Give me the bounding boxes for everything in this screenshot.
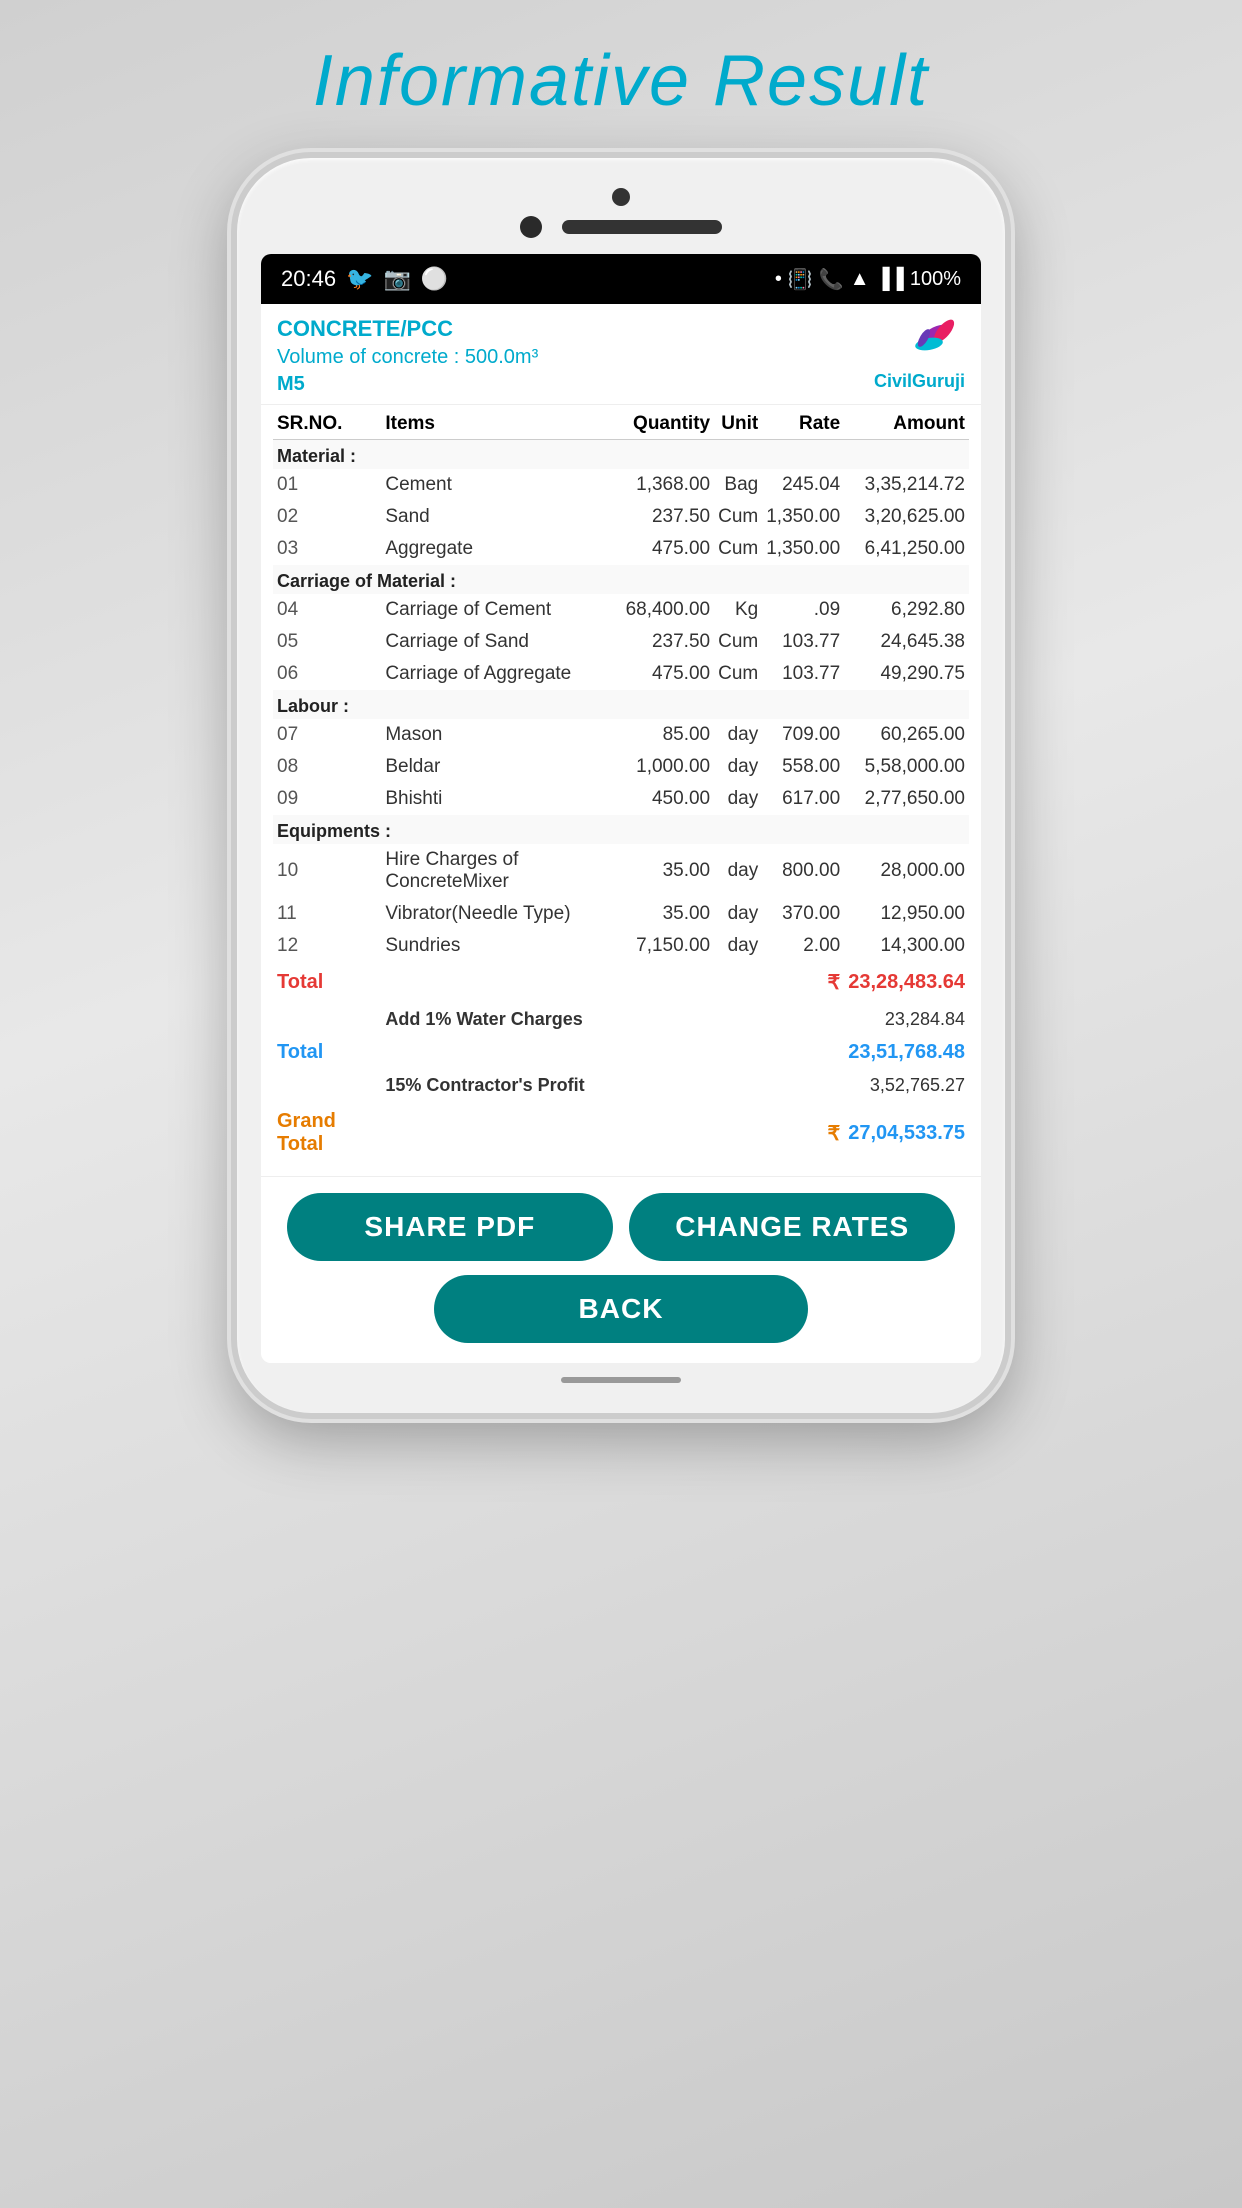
data-table: SR.NO. Items Quantity Unit Rate Amount M… <box>273 405 969 1164</box>
battery-icon: 100% <box>910 268 961 291</box>
profit-empty <box>273 1069 381 1102</box>
dot-icon: • <box>775 268 782 291</box>
total-empty-1 <box>381 962 621 1003</box>
col-unit: Unit <box>714 405 762 440</box>
grand-empty-2 <box>622 1102 715 1164</box>
profit-label: 15% Contractor's Profit <box>381 1069 844 1102</box>
instagram-icon: 📷 <box>383 266 410 292</box>
table-row: 12Sundries7,150.00day2.0014,300.00 <box>273 930 969 962</box>
button-row-1: SHARE PDF CHANGE RATES <box>281 1193 961 1261</box>
sub-empty-1 <box>381 1036 621 1069</box>
circle-icon: ⚪ <box>421 266 448 292</box>
table-row: 03Aggregate475.00Cum1,350.006,41,250.00 <box>273 533 969 565</box>
change-rates-button[interactable]: CHANGE RATES <box>629 1193 955 1261</box>
section-header-row: Labour : <box>273 690 969 719</box>
phone-buttons: SHARE PDF CHANGE RATES BACK <box>261 1176 981 1363</box>
total-amount: 23,28,483.64 <box>844 962 969 1003</box>
speaker-bar <box>562 220 722 234</box>
button-row-2: BACK <box>281 1275 961 1343</box>
logo-svg <box>879 316 959 371</box>
col-items: Items <box>381 405 621 440</box>
col-srno: SR.NO. <box>273 405 381 440</box>
camera-dot <box>612 188 630 206</box>
status-right: • 📳 📞 ▲ ▐▐ 100% <box>775 267 961 292</box>
status-bar: 20:46 🐦 📷 ⚪ • 📳 📞 ▲ ▐▐ 100% <box>261 254 981 304</box>
grand-total-amount: 27,04,533.75 <box>844 1102 969 1164</box>
grand-empty-1 <box>381 1102 621 1164</box>
app-title: CONCRETE/PCC <box>277 316 538 342</box>
home-indicator <box>561 1377 681 1383</box>
subtotal-label: Total <box>273 1036 381 1069</box>
table-row: 01Cement1,368.00Bag245.043,35,214.72 <box>273 469 969 501</box>
app-subtitle: Volume of concrete : 500.0m³ <box>277 346 538 369</box>
grand-total-label: Grand Total <box>273 1102 381 1164</box>
table-row: 10Hire Charges of ConcreteMixer35.00day8… <box>273 844 969 898</box>
table-row: 04Carriage of Cement68,400.00Kg.096,292.… <box>273 594 969 626</box>
header-left: CONCRETE/PCC Volume of concrete : 500.0m… <box>277 316 538 396</box>
phone-screen: 20:46 🐦 📷 ⚪ • 📳 📞 ▲ ▐▐ 100% CONCRETE/PCC… <box>261 254 981 1363</box>
section-header-row: Equipments : <box>273 815 969 844</box>
logo-brand: CivilGuruji <box>874 371 965 391</box>
app-grade: M5 <box>277 373 538 396</box>
status-left: 20:46 🐦 📷 ⚪ <box>281 266 448 292</box>
col-quantity: Quantity <box>622 405 715 440</box>
total-empty-2 <box>622 962 715 1003</box>
water-charges-label: Add 1% Water Charges <box>381 1003 844 1036</box>
subtotal-row: Total 23,51,768.48 <box>273 1036 969 1069</box>
back-button[interactable]: BACK <box>434 1275 808 1343</box>
grand-empty-3 <box>714 1102 762 1164</box>
wifi-icon: ▲ <box>850 268 870 291</box>
section-header-row: Carriage of Material : <box>273 565 969 594</box>
grand-total-row: Grand Total ₹ 27,04,533.75 <box>273 1102 969 1164</box>
share-pdf-button[interactable]: SHARE PDF <box>287 1193 613 1261</box>
logo-area: CivilGuruji <box>874 316 965 392</box>
twitter-icon: 🐦 <box>346 266 373 292</box>
total-empty-3 <box>714 962 762 1003</box>
app-header: CONCRETE/PCC Volume of concrete : 500.0m… <box>261 304 981 405</box>
table-row: 05Carriage of Sand237.50Cum103.7724,645.… <box>273 626 969 658</box>
water-charges-amount: 23,284.84 <box>844 1003 969 1036</box>
total-label: Total <box>273 962 381 1003</box>
table-row: 02Sand237.50Cum1,350.003,20,625.00 <box>273 501 969 533</box>
table-row: 07Mason85.00day709.0060,265.00 <box>273 719 969 751</box>
water-charges-row: Add 1% Water Charges 23,284.84 <box>273 1003 969 1036</box>
signal-icon: ▐▐ <box>876 268 904 291</box>
table-area[interactable]: SR.NO. Items Quantity Unit Rate Amount M… <box>261 405 981 1176</box>
logo-text: CivilGuruji <box>874 371 965 392</box>
col-amount: Amount <box>844 405 969 440</box>
total-row: Total ₹ 23,28,483.64 <box>273 962 969 1003</box>
phone-shell: 20:46 🐦 📷 ⚪ • 📳 📞 ▲ ▐▐ 100% CONCRETE/PCC… <box>231 152 1011 1419</box>
status-time: 20:46 <box>281 266 336 292</box>
vibrate-icon: 📳 <box>788 267 813 292</box>
profit-amount: 3,52,765.27 <box>844 1069 969 1102</box>
grand-total-rupee: ₹ <box>762 1102 844 1164</box>
call-icon: 📞 <box>819 267 844 292</box>
sub-empty-2 <box>622 1036 715 1069</box>
table-row: 08Beldar1,000.00day558.005,58,000.00 <box>273 751 969 783</box>
water-empty <box>273 1003 381 1036</box>
phone-top <box>257 188 985 238</box>
table-row: 09Bhishti450.00day617.002,77,650.00 <box>273 783 969 815</box>
profit-row: 15% Contractor's Profit 3,52,765.27 <box>273 1069 969 1102</box>
section-header-row: Material : <box>273 440 969 470</box>
subtotal-amount: 23,51,768.48 <box>844 1036 969 1069</box>
front-camera-icon <box>520 216 542 238</box>
col-rate: Rate <box>762 405 844 440</box>
total-rupee: ₹ <box>762 962 844 1003</box>
table-row: 06Carriage of Aggregate475.00Cum103.7749… <box>273 658 969 690</box>
sub-empty-4 <box>762 1036 844 1069</box>
sub-empty-3 <box>714 1036 762 1069</box>
page-title: Informative Result <box>313 40 929 122</box>
table-row: 11Vibrator(Needle Type)35.00day370.0012,… <box>273 898 969 930</box>
